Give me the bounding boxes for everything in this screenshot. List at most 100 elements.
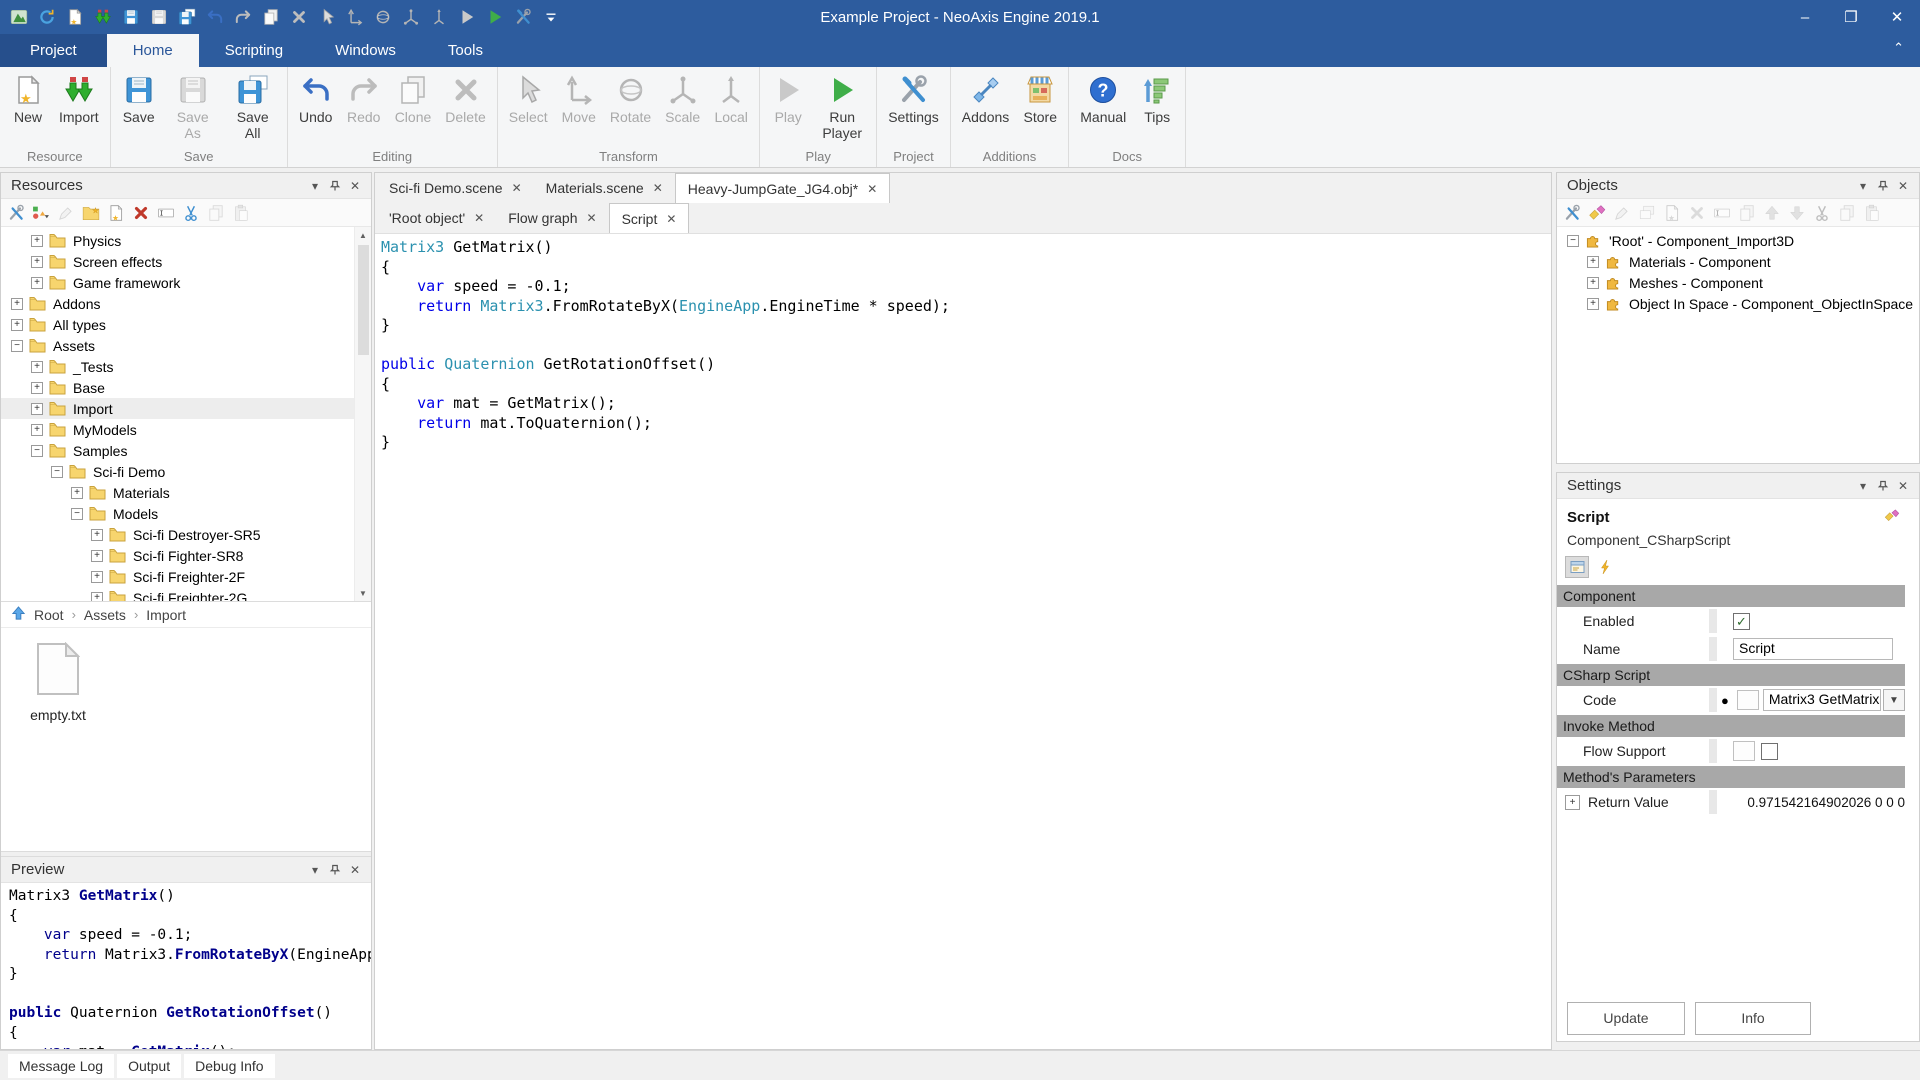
up-icon[interactable] — [11, 606, 26, 624]
expand-icon[interactable]: + — [1565, 795, 1580, 810]
resources-tree-item[interactable]: +MyModels — [1, 419, 371, 440]
expander-icon[interactable]: + — [31, 256, 43, 268]
document-tab[interactable]: Sci-fi Demo.scene✕ — [377, 173, 534, 203]
pin-icon[interactable] — [325, 861, 345, 879]
expander-icon[interactable]: + — [31, 277, 43, 289]
expander-icon[interactable]: + — [91, 550, 103, 562]
play-green-icon[interactable] — [484, 6, 506, 28]
save-button[interactable]: Save — [115, 70, 163, 127]
objects-tools-icon[interactable] — [1561, 202, 1583, 224]
new-document-icon[interactable]: ★ — [64, 6, 86, 28]
redo-dis-icon[interactable] — [232, 6, 254, 28]
expander-icon[interactable]: + — [31, 382, 43, 394]
checkbox[interactable] — [1761, 743, 1778, 760]
expander-icon[interactable]: − — [11, 340, 23, 352]
checkbox[interactable]: ✓ — [1733, 613, 1750, 630]
ribbon-tab-tools[interactable]: Tools — [422, 34, 509, 67]
new-button[interactable]: ★New — [4, 70, 52, 127]
resources-tree-item[interactable]: +Sci-fi Freighter-2F — [1, 566, 371, 587]
resources-tree-item[interactable]: −Sci-fi Demo — [1, 461, 371, 482]
undo-icon[interactable] — [204, 6, 226, 28]
select-icon[interactable] — [316, 6, 338, 28]
local-icon[interactable] — [428, 6, 450, 28]
play-gray-icon[interactable] — [456, 6, 478, 28]
scale-icon[interactable] — [400, 6, 422, 28]
expander-icon[interactable]: − — [31, 445, 43, 457]
close-icon[interactable]: ✕ — [1893, 177, 1913, 195]
value-swatch[interactable] — [1737, 690, 1759, 710]
settings-icon[interactable] — [512, 6, 534, 28]
text-field[interactable]: Script — [1733, 638, 1893, 660]
objects-tree-item[interactable]: +Object In Space - Component_ObjectInSpa… — [1557, 293, 1919, 314]
ribbon-tab-scripting[interactable]: Scripting — [199, 34, 309, 67]
info-button[interactable]: Info — [1695, 1002, 1811, 1035]
chevron-down-icon[interactable]: ▾ — [305, 861, 325, 879]
resources-tree-item[interactable]: −Assets — [1, 335, 371, 356]
run-player-button[interactable]: Run Player — [812, 70, 872, 143]
chevron-down-icon[interactable]: ▾ — [305, 177, 325, 195]
expander-icon[interactable]: + — [1587, 256, 1599, 268]
toolbar-options-icon[interactable] — [540, 6, 562, 28]
expander-icon[interactable]: + — [71, 487, 83, 499]
value-swatch[interactable] — [1733, 741, 1755, 761]
objects-tree-item[interactable]: +Meshes - Component — [1557, 272, 1919, 293]
document-sub-tab[interactable]: Script✕ — [609, 203, 690, 233]
resources-delete-red-icon[interactable] — [130, 202, 152, 224]
resources-new-folder-icon[interactable]: ★ — [80, 202, 102, 224]
ribbon-collapse-icon[interactable]: ⌃ — [1893, 40, 1904, 56]
close-icon[interactable]: ✕ — [666, 212, 676, 226]
expander-icon[interactable]: + — [11, 298, 23, 310]
move-icon[interactable] — [344, 6, 366, 28]
expander-icon[interactable]: + — [1587, 298, 1599, 310]
save-icon[interactable] — [120, 6, 142, 28]
status-tab-debug-info[interactable]: Debug Info — [184, 1054, 275, 1078]
code-value-field[interactable]: Matrix3 GetMatrix(){ — [1763, 689, 1881, 711]
resources-rename-icon[interactable] — [155, 202, 177, 224]
ribbon-tab-project[interactable]: Project — [0, 34, 107, 67]
restore-icon[interactable]: ❐ — [1828, 0, 1874, 34]
chevron-down-icon[interactable]: ▾ — [1853, 477, 1873, 495]
update-button[interactable]: Update — [1567, 1002, 1685, 1035]
resources-tree-item[interactable]: +Sci-fi Freighter-2G — [1, 587, 371, 601]
addons-button[interactable]: Addons — [955, 70, 1016, 127]
clone-icon[interactable] — [260, 6, 282, 28]
ribbon-tab-windows[interactable]: Windows — [309, 34, 422, 67]
store-button[interactable]: Store — [1016, 70, 1064, 127]
app-logo-icon[interactable] — [8, 6, 30, 28]
pin-icon[interactable] — [1873, 177, 1893, 195]
expander-icon[interactable]: − — [51, 466, 63, 478]
properties-view-button[interactable] — [1565, 556, 1589, 578]
breadcrumb-item-import[interactable]: Import — [146, 607, 186, 623]
file-item[interactable]: empty.txt — [23, 642, 93, 723]
close-icon[interactable]: ✕ — [345, 177, 365, 195]
breadcrumb-item-root[interactable]: Root — [34, 607, 64, 623]
panel-splitter[interactable] — [1556, 464, 1920, 472]
scroll-thumb[interactable] — [358, 245, 369, 355]
minimize-icon[interactable]: – — [1782, 0, 1828, 34]
document-tab[interactable]: Heavy-JumpGate_JG4.obj*✕ — [675, 173, 890, 203]
sync-icon[interactable] — [36, 6, 58, 28]
pin-icon[interactable] — [325, 177, 345, 195]
expander-icon[interactable]: + — [91, 571, 103, 583]
resources-display-options-icon[interactable] — [30, 202, 52, 224]
resources-tree-item[interactable]: +_Tests — [1, 356, 371, 377]
resources-tree-item[interactable]: +Physics — [1, 230, 371, 251]
document-sub-tab[interactable]: 'Root object'✕ — [377, 203, 496, 233]
document-sub-tab[interactable]: Flow graph✕ — [496, 203, 608, 233]
resources-tree-item[interactable]: +Screen effects — [1, 251, 371, 272]
dropdown-icon[interactable]: ▼ — [1883, 689, 1905, 711]
close-icon[interactable]: ✕ — [653, 181, 663, 195]
objects-tree-item[interactable]: −'Root' - Component_Import3D — [1557, 230, 1919, 251]
resources-tree-item[interactable]: +Import — [1, 398, 371, 419]
events-view-button[interactable] — [1593, 556, 1617, 578]
status-tab-message-log[interactable]: Message Log — [8, 1054, 114, 1078]
close-icon[interactable]: ✕ — [345, 861, 365, 879]
close-icon[interactable]: ✕ — [1874, 0, 1920, 34]
scroll-down-icon[interactable]: ▼ — [359, 585, 367, 601]
save-all-icon[interactable] — [176, 6, 198, 28]
resources-tree-item[interactable]: +Materials — [1, 482, 371, 503]
resources-new-resource-icon[interactable]: ★ — [105, 202, 127, 224]
import-button[interactable]: Import — [52, 70, 106, 127]
resources-tree-item[interactable]: +Game framework — [1, 272, 371, 293]
rotate-icon[interactable] — [372, 6, 394, 28]
